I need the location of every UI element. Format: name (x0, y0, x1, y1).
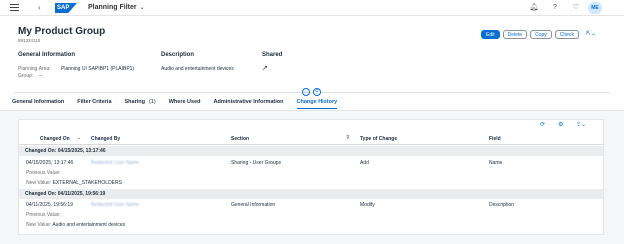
group-header-row[interactable]: Changed On: 04/11/2025, 19:56:19 (19, 189, 603, 199)
tab-bar: General Information Filter Criteria Shar… (12, 97, 350, 109)
share-icon: ↗ (262, 65, 268, 72)
cell-section: General Information (231, 202, 276, 208)
tab-label: Sharing (124, 99, 145, 105)
description-value: Audio and entertainment devices (161, 66, 234, 72)
col-section[interactable]: Section (231, 136, 249, 142)
avatar[interactable]: ME (588, 2, 602, 14)
general-info-heading: General Information (18, 52, 76, 58)
col-changed-by[interactable]: Changed By (91, 136, 120, 142)
col-field[interactable]: Field (489, 136, 501, 142)
tab-count: (1) (148, 99, 156, 105)
previous-value-label: Previous Value: (26, 212, 61, 218)
shell-bar: ‹ SAP Planning Filter⌄ 🔔︎ ? ♡ ◎ ME (0, 0, 624, 16)
collapse-header-icon[interactable]: ︿ (302, 88, 310, 96)
tab-label: Where Used (168, 99, 201, 105)
help-icon[interactable]: ? (550, 2, 560, 13)
edit-button[interactable]: Edit (481, 30, 500, 39)
tab-label: Filter Criteria (77, 99, 112, 105)
tab-sharing[interactable]: Sharing (1) (125, 97, 156, 109)
new-value-label: New Value: (26, 180, 52, 186)
cell-field: Name (489, 160, 503, 166)
header-actions: Edit Delete Copy Check ⇱⌄ (481, 30, 596, 39)
back-icon[interactable]: ‹ (38, 3, 41, 13)
cell-changed-by-link[interactable]: Redacted User Name (91, 202, 139, 208)
filter-icon[interactable]: ⊽ (346, 135, 350, 141)
description-heading: Description (161, 52, 195, 58)
new-value: EXTERNAL_STAKEHOLDERS (52, 180, 122, 186)
page-title: My Product Group (18, 26, 106, 37)
cell-type: Modify (360, 202, 375, 208)
pin-header-icon[interactable]: ⚲ (313, 88, 321, 96)
tab-label: General Information (12, 99, 65, 105)
group-header-label: Changed On: 04/15/2025, 13:17:46 (25, 148, 106, 154)
cell-changed-by-link[interactable]: Redacted User Name (91, 160, 139, 166)
planning-area-label: Planning Area: (18, 66, 51, 72)
group-header-label: Changed On: 04/11/2025, 19:56:19 (25, 191, 106, 197)
new-value-row: New Value: Audio and entertainment devic… (26, 222, 125, 228)
tab-change-history[interactable]: Change History (296, 97, 338, 109)
tab-general-information[interactable]: General Information (12, 97, 64, 109)
previous-value-label: Previous Value: (26, 170, 61, 176)
sort-filter-icon[interactable]: ⌄ (77, 135, 81, 141)
app-title: Planning Filter (88, 4, 137, 11)
shared-heading: Shared (262, 52, 283, 58)
export-icon[interactable]: ⇪⌄ (576, 121, 586, 128)
new-value-label: New Value: (26, 222, 52, 228)
object-id: 891324110 (18, 38, 41, 43)
tab-label: Administrative Information (213, 99, 284, 105)
feedback-icon[interactable]: ♡ (571, 2, 581, 13)
planning-area-link[interactable]: Planning UI SAPIBP1 (PLAIBP1) (61, 66, 134, 72)
new-value: Audio and entertainment devices (52, 222, 126, 228)
group-header-row[interactable]: Changed On: 04/15/2025, 13:17:46 (19, 146, 603, 156)
new-value-row: New Value: EXTERNAL_STAKEHOLDERS (26, 180, 122, 186)
sap-logo[interactable]: SAP (55, 3, 77, 13)
app-title-menu[interactable]: Planning Filter ⌄ (88, 3, 145, 13)
settings-icon[interactable]: ⚙ (558, 121, 563, 128)
tab-administrative-information[interactable]: Administrative Information (214, 97, 284, 109)
cell-field: Description (489, 202, 515, 208)
tab-label: Change History (296, 99, 338, 105)
share-menu-icon[interactable]: ⇱⌄ (586, 30, 596, 39)
delete-button[interactable]: Delete (502, 30, 528, 39)
tab-filter-criteria[interactable]: Filter Criteria (77, 97, 111, 109)
group-value: -- (39, 73, 43, 79)
cell-changed-on: 04/15/2025, 13:17:46 (26, 160, 74, 166)
col-changed-on[interactable]: Changed On (40, 136, 70, 142)
cell-section: Sharing - User Groups (231, 160, 282, 166)
bell-icon[interactable]: 🔔︎ (529, 2, 539, 13)
tab-where-used[interactable]: Where Used (169, 97, 201, 109)
table-header: Changed On ⌄ Changed By Section ⊽ Type o… (19, 133, 603, 145)
cell-type: Add (360, 160, 369, 166)
refresh-icon[interactable]: ⟳ (540, 121, 545, 128)
header-divider (14, 92, 610, 93)
menu-icon[interactable] (10, 4, 19, 12)
check-button[interactable]: Check (554, 30, 579, 39)
cell-changed-on: 04/11/2025, 19:56:19 (26, 202, 73, 208)
col-type-of-change[interactable]: Type of Change (360, 136, 397, 142)
group-label: Group: (18, 73, 34, 79)
chevron-down-icon: ⌄ (139, 5, 145, 11)
copy-button[interactable]: Copy (530, 30, 552, 39)
